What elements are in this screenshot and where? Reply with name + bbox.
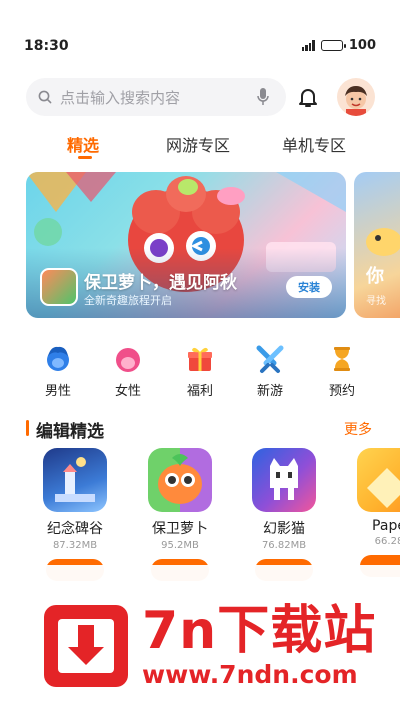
category-label: 福利 — [186, 384, 213, 399]
carrot-defense-icon — [148, 448, 212, 512]
hourglass-icon — [334, 347, 350, 371]
category-label: 女性 — [114, 384, 141, 399]
banner-subtitle: 全新奇趣旅程开启 — [84, 294, 172, 307]
battery-icon — [320, 40, 346, 51]
category-new-games[interactable]: 新游 — [240, 344, 300, 399]
app-card[interactable]: Pape 66.28 — [354, 448, 400, 577]
banner-title: 保卫萝卜，遇见阿秋 — [84, 273, 237, 293]
next-banner[interactable]: 你 寻找 — [354, 172, 400, 318]
app-size: 66.28 — [374, 536, 400, 547]
status-time: 18:30 — [24, 38, 69, 54]
status-indicators: 100 — [301, 38, 376, 53]
category-label: 男性 — [44, 384, 71, 399]
tab-featured[interactable]: 精选 — [67, 132, 99, 156]
section-accent-bar — [26, 420, 29, 436]
paper-game-icon — [357, 448, 400, 512]
app-card[interactable]: 保卫萝卜 95.2MB — [145, 448, 215, 581]
category-tabs: 精选 网游专区 单机专区 — [0, 132, 400, 164]
app-name: 幻影猫 — [263, 521, 305, 537]
app-card[interactable]: 纪念碑谷 87.32MB — [40, 448, 110, 581]
app-size: 76.82MB — [261, 540, 307, 551]
banner-install-button[interactable]: 安装 — [286, 276, 332, 298]
download-arrow-icon — [44, 605, 128, 687]
search-input[interactable]: 点击输入搜索内容 — [26, 78, 286, 116]
user-avatar[interactable] — [337, 78, 375, 116]
battery-level: 100 — [348, 38, 376, 53]
tab-single-player[interactable]: 单机专区 — [282, 132, 346, 156]
category-female[interactable]: 女性 — [98, 344, 158, 399]
status-bar: 18:30 100 — [0, 0, 400, 54]
banner-game-icon — [40, 268, 78, 306]
section-title: 编辑精选 — [36, 422, 104, 442]
category-label: 预约 — [328, 384, 355, 399]
app-name: 保卫萝卜 — [152, 521, 208, 537]
avatar-face-icon — [345, 86, 367, 116]
tab-online-games[interactable]: 网游专区 — [166, 132, 230, 156]
search-icon — [38, 90, 52, 104]
phantom-cat-icon — [252, 448, 316, 512]
crossed-swords-icon — [256, 345, 284, 373]
app-name: Pape — [372, 518, 400, 534]
monument-valley-icon — [43, 448, 107, 512]
tab-indicator — [78, 156, 92, 159]
app-name: 纪念碑谷 — [47, 521, 103, 537]
watermark-url: www.7ndn.com — [142, 660, 358, 689]
app-card[interactable]: 幻影猫 76.82MB — [249, 448, 319, 581]
signal-icon — [301, 40, 315, 51]
watermark-brand: 7n下载站 — [142, 601, 377, 661]
category-label: 新游 — [256, 384, 283, 399]
section-more-link[interactable]: 更多 — [344, 419, 372, 439]
category-male[interactable]: 男性 — [28, 344, 88, 399]
female-avatar-icon — [116, 348, 140, 372]
notification-bell-icon[interactable] — [296, 85, 320, 109]
next-banner-title: 你 — [366, 266, 384, 287]
male-avatar-icon — [47, 346, 69, 371]
app-size: 87.32MB — [52, 540, 98, 551]
gift-icon — [188, 347, 212, 371]
microphone-icon[interactable] — [256, 87, 270, 107]
search-placeholder: 点击输入搜索内容 — [60, 88, 181, 107]
next-banner-subtitle: 寻找 — [366, 296, 386, 307]
category-reserve[interactable]: 预约 — [312, 344, 372, 399]
category-welfare[interactable]: 福利 — [170, 344, 230, 399]
app-store-home: 18:30 100 点击输入搜索内容 精选 网游专区 单机专区 保卫萝卜，遇见阿… — [0, 0, 400, 711]
app-size: 95.2MB — [161, 540, 199, 551]
